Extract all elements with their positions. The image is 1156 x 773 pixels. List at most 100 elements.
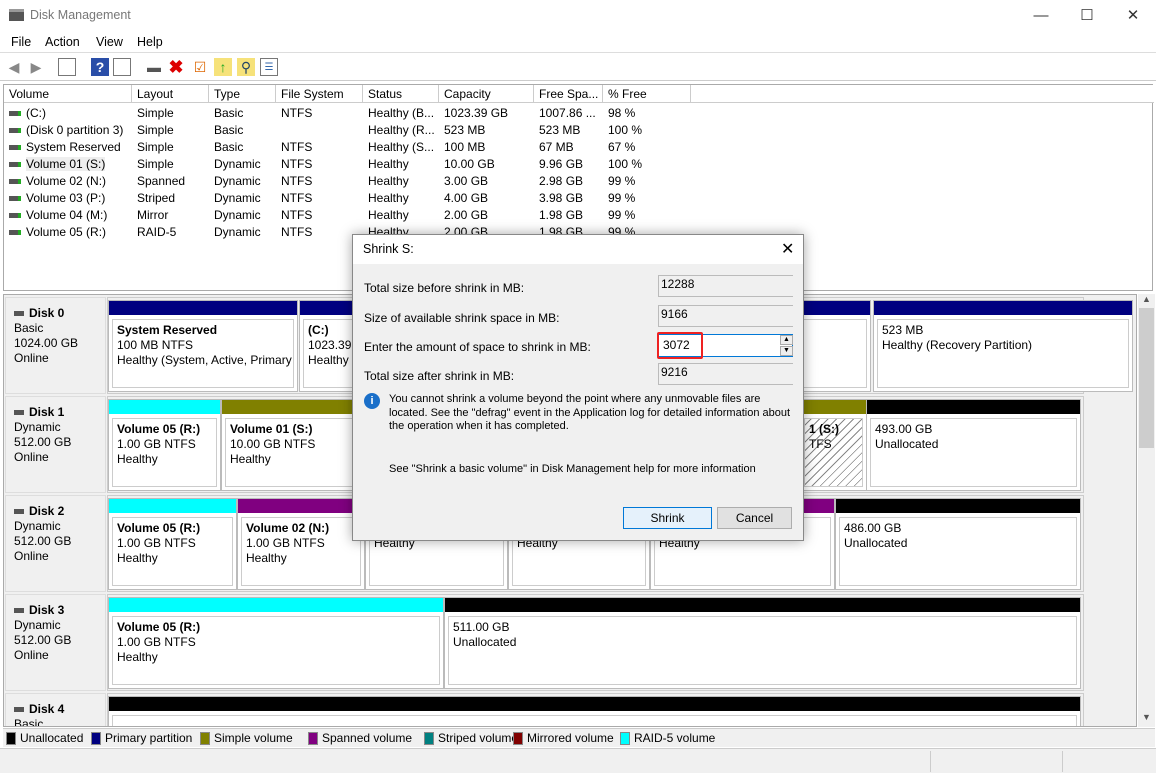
menu-help[interactable]: Help — [137, 35, 163, 49]
properties-icon[interactable]: ☑ — [191, 58, 209, 76]
partition[interactable]: 511.00 GB Unallocated — [444, 597, 1081, 689]
table-row[interactable]: (Disk 0 partition 3) Simple Basic Healthy (… — [4, 122, 704, 139]
partition[interactable] — [108, 696, 1081, 726]
disk-name: Disk 3 — [14, 603, 97, 618]
disk-label[interactable]: Disk 4 Basic — [5, 693, 106, 726]
legend-label: Spanned volume — [322, 731, 413, 745]
disk-label[interactable]: Disk 1 Dynamic 512.00 GB Online — [5, 396, 106, 493]
partition-name: System Reserved — [117, 323, 218, 337]
column-header[interactable]: Layout — [132, 85, 209, 103]
disk-icon — [14, 608, 24, 614]
cell-text: 100 % — [608, 123, 643, 137]
cell-text: Simple — [137, 106, 174, 120]
partition[interactable]: Volume 05 (R:) 1.00 GB NTFS Healthy — [108, 399, 221, 491]
table-cell: Striped — [132, 190, 209, 207]
console-tree-icon[interactable] — [58, 58, 76, 76]
disk-icon — [9, 213, 21, 219]
back-arrow-icon[interactable]: ◀ — [5, 58, 23, 76]
decrement-icon[interactable]: ▼ — [780, 346, 793, 356]
partition[interactable]: 1 (S:) TFS — [800, 399, 867, 491]
partition[interactable]: 523 MB Healthy (Recovery Partition) — [873, 300, 1133, 392]
cell-text: 2.98 GB — [539, 174, 584, 188]
table-cell: Healthy — [363, 190, 439, 207]
cell-text: 99 % — [608, 191, 636, 205]
action-pane-icon[interactable] — [113, 58, 131, 76]
list-icon[interactable]: ☰ — [260, 58, 278, 76]
partition[interactable]: 493.00 GB Unallocated — [866, 399, 1081, 491]
disk-label[interactable]: Disk 2 Dynamic 512.00 GB Online — [5, 495, 106, 592]
menu-action[interactable]: Action — [45, 35, 80, 49]
disk-icon — [9, 230, 21, 236]
table-cell — [276, 122, 363, 139]
partition-name: Volume 05 (R:) — [117, 422, 201, 436]
cell-text: NTFS — [281, 225, 313, 239]
disk-icon — [14, 509, 24, 515]
forward-arrow-icon[interactable]: ▶ — [27, 58, 45, 76]
disk-icon — [14, 311, 24, 317]
partition-details: Volume 05 (R:) 1.00 GB NTFS Healthy — [112, 517, 233, 586]
legend-label: Striped volume — [438, 731, 519, 745]
table-row[interactable]: System Reserved Simple Basic NTFS Healthy (S… — [4, 139, 704, 156]
table-cell: 100 % — [603, 156, 691, 173]
table-row[interactable]: Volume 01 (S:) Simple Dynamic NTFS Healthy 10… — [4, 156, 704, 173]
connect-disk-icon[interactable]: ▬ — [145, 58, 163, 76]
partition-details: Volume 02 (N:) 1.00 GB NTFS Healthy — [241, 517, 361, 586]
column-header[interactable]: File System — [276, 85, 363, 103]
column-header[interactable]: Type — [209, 85, 276, 103]
disk-label[interactable]: Disk 3 Dynamic 512.00 GB Online — [5, 594, 106, 691]
disk-size: 1024.00 GB — [14, 336, 79, 350]
partition[interactable]: Volume 02 (N:) 1.00 GB NTFS Healthy — [237, 498, 365, 590]
maximize-button[interactable]: ☐ — [1064, 0, 1110, 31]
help-icon[interactable]: ? — [91, 58, 109, 76]
cell-text: System Reserved — [26, 140, 121, 154]
delete-icon[interactable]: ✖ — [167, 58, 185, 76]
table-row[interactable]: Volume 04 (M:) Mirror Dynamic NTFS Healthy 2.… — [4, 207, 704, 224]
folder-search-icon[interactable]: ⚲ — [237, 58, 255, 76]
disk-map-scrollbar[interactable]: ▲ ▼ — [1138, 294, 1155, 727]
volume-name: Volume 02 (N:) — [4, 173, 132, 190]
partition-color-bar — [109, 400, 220, 414]
cell-text: Healthy — [368, 174, 409, 188]
partition[interactable]: 486.00 GB Unallocated — [835, 498, 1081, 590]
partition-details: 1 (S:) TFS — [804, 418, 863, 487]
disk-type: Basic — [14, 321, 44, 335]
table-row[interactable]: (C:) Simple Basic NTFS Healthy (B... 1023.39 … — [4, 105, 704, 122]
amount-stepper[interactable]: 3072 ▲ ▼ — [657, 332, 793, 359]
menu-view[interactable]: View — [96, 35, 123, 49]
increment-icon[interactable]: ▲ — [780, 335, 793, 345]
column-header[interactable]: Volume — [4, 85, 132, 103]
partition[interactable]: Volume 05 (R:) 1.00 GB NTFS Healthy — [108, 597, 444, 689]
column-header[interactable]: % Free — [603, 85, 691, 103]
disk-name: Disk 0 — [14, 306, 97, 321]
disk-icon — [9, 145, 21, 151]
column-header[interactable]: Status — [363, 85, 439, 103]
folder-up-icon[interactable]: ↑ — [214, 58, 232, 76]
table-row[interactable]: Volume 02 (N:) Spanned Dynamic NTFS Healthy 3… — [4, 173, 704, 190]
table-row[interactable]: Volume 03 (P:) Striped Dynamic NTFS Healthy 4… — [4, 190, 704, 207]
dialog-close-icon[interactable]: ✕ — [781, 239, 794, 259]
menu-file[interactable]: File — [11, 35, 31, 49]
help-text[interactable]: See "Shrink a basic volume" in Disk Mana… — [389, 463, 756, 475]
close-button[interactable]: ✕ — [1110, 0, 1156, 31]
minimize-button[interactable]: — — [1018, 0, 1064, 31]
table-cell: 1007.86 ... — [534, 105, 603, 122]
scrollbar-thumb[interactable] — [1139, 308, 1154, 448]
disk-name-text: Disk 0 — [29, 306, 65, 320]
scroll-down-icon[interactable]: ▼ — [1142, 712, 1151, 722]
table-cell: Healthy — [363, 207, 439, 224]
column-header[interactable]: Capacity — [439, 85, 534, 103]
menu-bar: File Action View Help — [0, 31, 1156, 53]
partition[interactable]: Volume 05 (R:) 1.00 GB NTFS Healthy — [108, 498, 237, 590]
table-cell: 1.98 GB — [534, 207, 603, 224]
shrink-button[interactable]: Shrink — [623, 507, 712, 529]
cell-text: Healthy — [368, 191, 409, 205]
partition[interactable]: System Reserved 100 MB NTFS Healthy (Syste… — [108, 300, 298, 392]
table-cell: 1023.39 GB — [439, 105, 534, 122]
table-cell: Dynamic — [209, 224, 276, 241]
cancel-button[interactable]: Cancel — [717, 507, 792, 529]
column-header[interactable]: Free Spa... — [534, 85, 603, 103]
amount-input[interactable]: 3072 — [663, 338, 690, 352]
table-cell: 3.98 GB — [534, 190, 603, 207]
scroll-up-icon[interactable]: ▲ — [1142, 294, 1151, 304]
disk-label[interactable]: Disk 0 Basic 1024.00 GB Online — [5, 297, 106, 394]
